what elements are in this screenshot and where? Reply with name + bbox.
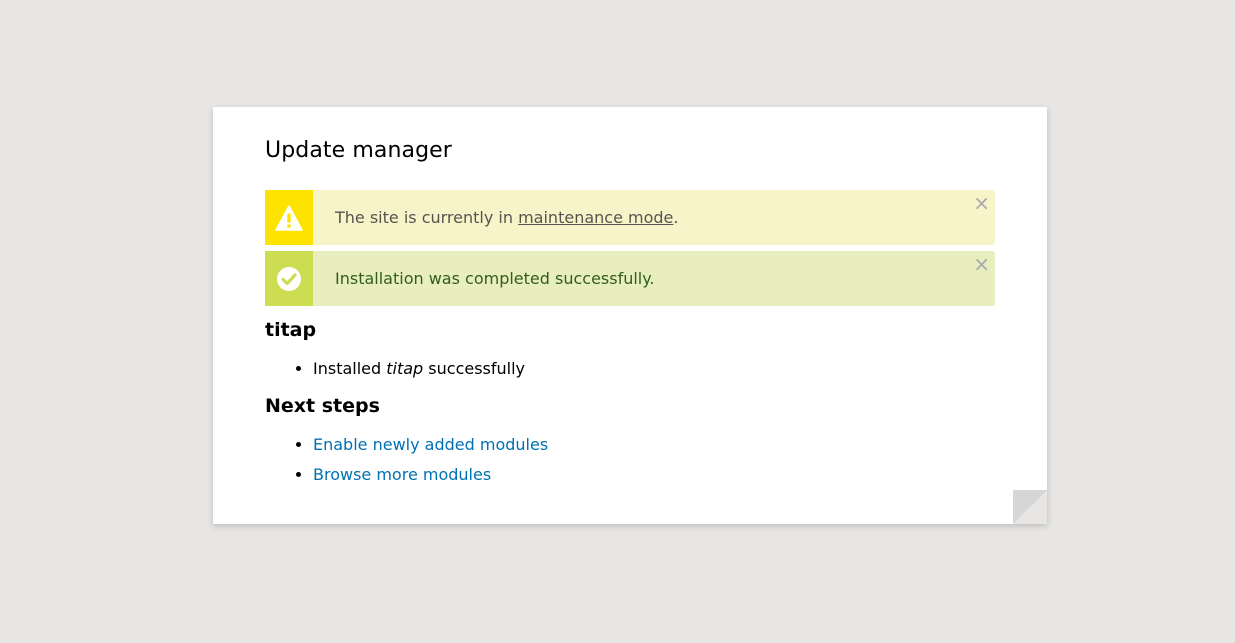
warning-text-prefix: The site is currently in bbox=[335, 208, 519, 227]
close-icon[interactable]: × bbox=[973, 254, 990, 274]
list-item: Browse more modules bbox=[313, 460, 548, 490]
status-icon-box bbox=[265, 251, 313, 306]
enable-modules-link[interactable]: Enable newly added modules bbox=[313, 435, 548, 454]
project-result-list: Installed titap successfully bbox=[297, 354, 525, 384]
status-message: Installation was completed successfully.… bbox=[265, 251, 995, 306]
install-prefix: Installed bbox=[313, 359, 387, 378]
close-icon[interactable]: × bbox=[973, 193, 990, 213]
page-fold-corner bbox=[1013, 490, 1047, 524]
next-steps-heading: Next steps bbox=[265, 395, 380, 417]
maintenance-mode-link[interactable]: maintenance mode bbox=[518, 208, 673, 227]
warning-text-suffix: . bbox=[673, 208, 679, 227]
project-heading: titap bbox=[265, 319, 317, 341]
next-steps-list: Enable newly added modules Browse more m… bbox=[297, 430, 548, 490]
check-circle-icon bbox=[277, 266, 301, 291]
list-item: Enable newly added modules bbox=[313, 430, 548, 460]
warning-message: The site is currently in maintenance mod… bbox=[265, 190, 995, 245]
list-item: Installed titap successfully bbox=[313, 354, 525, 384]
warning-icon-box bbox=[265, 190, 313, 245]
install-suffix: successfully bbox=[423, 359, 526, 378]
status-text: Installation was completed successfully. bbox=[335, 269, 655, 288]
page-title: Update manager bbox=[265, 138, 452, 163]
warning-icon bbox=[275, 204, 303, 231]
project-name: titap bbox=[386, 359, 424, 378]
update-manager-panel: Update manager The site is currently in … bbox=[213, 107, 1047, 524]
browse-modules-link[interactable]: Browse more modules bbox=[313, 465, 491, 484]
warning-text: The site is currently in maintenance mod… bbox=[335, 208, 678, 227]
